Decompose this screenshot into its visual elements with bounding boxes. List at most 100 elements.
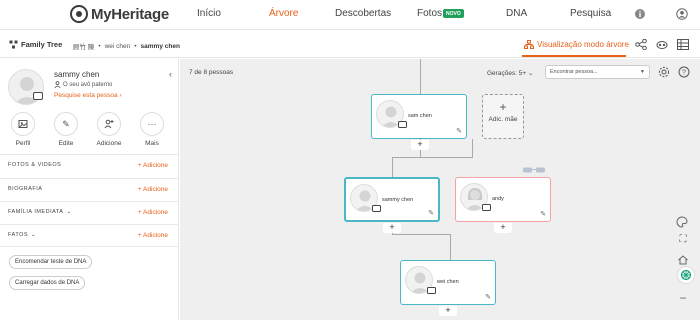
plus-icon: + xyxy=(499,100,507,114)
more-button[interactable]: ··· Mais xyxy=(137,112,167,147)
add-biography-link[interactable]: + Adicione xyxy=(138,186,168,193)
collapse-panel-icon[interactable]: ‹ xyxy=(169,69,172,79)
camera-icon[interactable] xyxy=(427,287,436,294)
add-facts-link[interactable]: + Adicione xyxy=(138,232,168,239)
glasses-icon xyxy=(523,167,545,173)
section-facts[interactable]: FATOS ⌄ + Adicione xyxy=(0,224,178,247)
tree-icon xyxy=(9,40,18,49)
nav-arvore[interactable]: Árvore xyxy=(269,8,298,19)
camera-icon[interactable] xyxy=(398,121,407,128)
person-card-sammy-chen[interactable]: sammy chen ✎ xyxy=(344,177,440,222)
pencil-icon[interactable]: ✎ xyxy=(428,209,434,217)
nav-fotos[interactable]: Fotos xyxy=(417,8,442,19)
section-title: FATOS ⌄ xyxy=(8,232,36,238)
profile-relation: O seu avô paterno xyxy=(54,81,112,88)
nav-dna[interactable]: DNA xyxy=(506,8,527,19)
relation-icon xyxy=(54,81,61,88)
camera-icon[interactable] xyxy=(482,204,491,211)
section-title-text: FAMÍLIA IMEDIATA xyxy=(8,209,64,215)
breadcrumb: 顾竹 陳 • wei chen • sammy chen xyxy=(73,41,180,52)
family-tree-title[interactable]: Family Tree xyxy=(9,40,62,49)
profile-name: sammy chen xyxy=(54,70,100,79)
profile-panel: sammy chen O seu avô paterno Pesquise es… xyxy=(0,59,179,320)
tree-view-icon xyxy=(524,40,534,49)
list-view-icon[interactable] xyxy=(677,39,689,50)
breadcrumb-current: sammy chen xyxy=(140,42,180,50)
profile-button[interactable]: Perfil xyxy=(8,112,38,147)
new-badge: NOVO xyxy=(443,9,464,18)
section-title: BIOGRAFIA xyxy=(8,186,43,192)
more-label: Mais xyxy=(145,140,159,147)
upload-dna-data-button[interactable]: Carregar dados de DNA xyxy=(9,276,86,290)
add-family-link[interactable]: + Adicione xyxy=(138,209,168,216)
section-biography: BIOGRAFIA + Adicione xyxy=(0,178,178,201)
more-icon: ··· xyxy=(140,112,164,136)
connector-line xyxy=(472,139,473,157)
find-person-placeholder: Encontrar pessoa... xyxy=(550,69,598,75)
person-name: sammy chen xyxy=(382,197,414,203)
section-immediate-family[interactable]: FAMÍLIA IMEDIATA ⌄ + Adicione xyxy=(0,201,178,224)
camera-icon[interactable] xyxy=(33,92,43,100)
connector-line xyxy=(450,234,451,261)
tree-view-mode-tab[interactable]: Visualização modo árvore xyxy=(524,40,629,49)
add-label: Adicione xyxy=(96,140,122,147)
pencil-icon[interactable]: ✎ xyxy=(540,210,546,218)
generations-dropdown[interactable]: Gerações: 5+ ⌄ xyxy=(487,69,533,77)
logo-mark-icon xyxy=(70,5,88,23)
profile-label: Perfil xyxy=(15,140,31,147)
person-card-andy[interactable]: andy ✎ xyxy=(455,177,551,222)
add-relative-button[interactable]: + xyxy=(494,223,512,233)
profile-icon xyxy=(11,112,35,136)
camera-icon[interactable] xyxy=(372,205,381,212)
section-title-text: FATOS xyxy=(8,232,29,238)
pencil-icon[interactable]: ✎ xyxy=(485,293,491,301)
add-photos-link[interactable]: + Adicione xyxy=(138,162,168,169)
info-icon[interactable] xyxy=(634,8,646,20)
pencil-icon[interactable]: ✎ xyxy=(456,127,462,135)
myheritage-logo[interactable]: MyHeritage xyxy=(70,5,169,23)
relation-label: O seu avô paterno xyxy=(63,81,113,88)
add-relative-button[interactable]: + xyxy=(411,140,429,150)
ai-assistant-button[interactable] xyxy=(677,266,695,284)
find-person-input[interactable]: Encontrar pessoa... ▼ xyxy=(545,65,650,79)
top-navigation: MyHeritage Início Árvore Descobertas Fot… xyxy=(0,0,700,30)
zoom-fit-icon[interactable]: ⛶ xyxy=(676,234,690,245)
person-name: sam chen xyxy=(408,113,432,119)
nav-inicio[interactable]: Início xyxy=(197,8,221,19)
add-relative-button[interactable]: Adicione xyxy=(94,112,124,147)
add-relative-button[interactable]: + xyxy=(383,223,401,233)
breadcrumb-item[interactable]: wei chen xyxy=(105,43,131,50)
fan-view-icon[interactable] xyxy=(656,39,668,50)
nav-descobertas[interactable]: Descobertas xyxy=(335,8,391,19)
view-mode-label: Visualização modo árvore xyxy=(537,40,629,49)
active-tab-underline xyxy=(522,55,626,57)
add-relative-button[interactable]: + xyxy=(439,306,457,316)
add-mother-button[interactable]: + Adic. mãe xyxy=(482,94,524,139)
tree-subheader: Family Tree 顾竹 陳 • wei chen • sammy chen… xyxy=(0,31,700,58)
person-name: andy xyxy=(492,196,504,202)
chevron-down-icon: ▼ xyxy=(640,69,645,75)
palette-icon[interactable] xyxy=(676,216,688,228)
user-menu-icon[interactable] xyxy=(676,8,688,20)
zoom-out-icon[interactable]: − xyxy=(676,291,690,305)
tree-canvas[interactable]: 7 de 8 pessoas Gerações: 5+ ⌄ Encontrar … xyxy=(180,59,700,320)
pencil-icon: ✎ xyxy=(54,112,78,136)
help-icon[interactable]: ? xyxy=(678,66,690,78)
connector-line xyxy=(402,157,473,158)
nav-pesquisa[interactable]: Pesquisa xyxy=(570,8,611,19)
svg-text:?: ? xyxy=(682,70,686,77)
connector-line xyxy=(392,157,393,177)
settings-icon[interactable] xyxy=(658,66,670,78)
share-icon[interactable] xyxy=(635,39,647,50)
breadcrumb-item[interactable]: 顾竹 陳 xyxy=(73,41,94,51)
person-card-sam-chen[interactable]: sam chen ✎ xyxy=(371,94,467,139)
connector-line xyxy=(420,59,421,95)
search-person-link[interactable]: Pesquise esta pessoa › xyxy=(54,92,122,99)
family-tree-label: Family Tree xyxy=(21,40,63,49)
edit-button[interactable]: ✎ Edite xyxy=(51,112,81,147)
person-card-wei-chen[interactable]: wei chen ✎ xyxy=(400,260,496,305)
order-dna-test-button[interactable]: Encomendar teste de DNA xyxy=(9,255,93,269)
section-title: FAMÍLIA IMEDIATA ⌄ xyxy=(8,209,72,215)
home-icon[interactable] xyxy=(677,254,689,266)
person-name: wei chen xyxy=(437,279,459,285)
